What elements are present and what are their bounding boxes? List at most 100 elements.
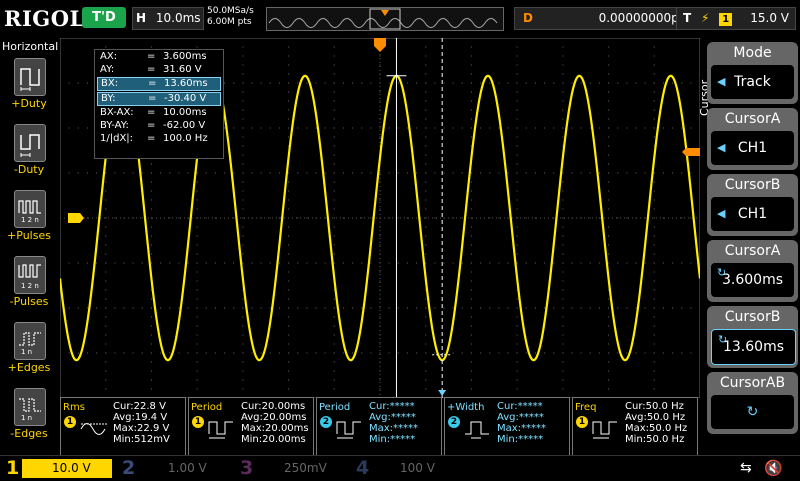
grid-dot [425, 91, 427, 93]
grid-dot [425, 154, 427, 156]
grid-dot [233, 262, 235, 264]
grid-dot [562, 46, 564, 48]
grid-dot [534, 127, 536, 129]
measurement-title: Period [319, 402, 351, 413]
grid-dot [251, 172, 253, 174]
grid-dot [425, 388, 427, 390]
menu-item-positive-pulses[interactable]: 1 2 n +Pulses [0, 190, 60, 256]
grid-dot [489, 262, 491, 264]
menu-item-negative-edges[interactable]: 1 n -Edges [0, 388, 60, 454]
menu-item-positive-edges[interactable]: 1 n +Edges [0, 322, 60, 388]
grid-dot [352, 82, 354, 84]
grid-dot [470, 91, 472, 93]
grid-dot [86, 82, 88, 84]
grid-dot [224, 172, 226, 174]
grid-dot [150, 46, 152, 48]
menu-item-negative-duty[interactable]: -Duty [0, 124, 60, 190]
grid-dot [434, 217, 436, 219]
cursor-menu: Cursor Mode ◀ Track CursorA ◀ CH1 CursorB … [698, 38, 800, 454]
grid-dot [470, 298, 472, 300]
menu-item-negative-pulses[interactable]: 1 2 n -Pulses [0, 256, 60, 322]
grid-dot [242, 64, 244, 66]
memory-position-bar[interactable] [266, 7, 504, 31]
cursor-a-source-button[interactable]: CursorA ◀ CH1 [707, 108, 798, 170]
grid-dot [233, 82, 235, 84]
measurement-period-ch2[interactable]: Period 2 Cur:***** Avg:***** Max:***** Min:… [316, 397, 442, 457]
trigger-settings-display[interactable]: T ⚡ 1 15.0 V [676, 7, 796, 30]
grid-dot [251, 262, 253, 264]
grid-dot [260, 82, 262, 84]
grid-dot [425, 307, 427, 309]
grid-dot [105, 352, 107, 354]
grid-dot [516, 253, 518, 255]
grid-dot [653, 82, 655, 84]
channel-1-indicator[interactable]: 1 10.0 V [0, 456, 112, 481]
cursor-mode-button[interactable]: Mode ◀ Track [707, 42, 798, 104]
grid-dot [562, 343, 564, 345]
grid-dot [86, 262, 88, 264]
grid-dot [644, 352, 646, 354]
grid-dot [562, 109, 564, 111]
grid-dot [562, 271, 564, 273]
grid-dot [105, 271, 107, 273]
grid-dot [406, 82, 408, 84]
channel-2-indicator[interactable]: 2 1.00 V [116, 456, 228, 481]
grid-dot [150, 208, 152, 210]
grid-dot [489, 127, 491, 129]
grid-dot [470, 325, 472, 327]
grid-dot [544, 172, 546, 174]
measurement-frequency[interactable]: Freq 1 Cur:50.0 Hz Avg:50.0 Hz Max:50.0 Hz… [572, 397, 698, 457]
measurement-positive-width-ch2[interactable]: +Width 2 Cur:***** Avg:***** Max:***** Min:… [444, 397, 570, 457]
grid-dot [425, 64, 427, 66]
grid-dot [608, 127, 610, 129]
grid-dot [562, 127, 564, 129]
channel-scale: 250mV [284, 461, 327, 475]
grid-dot [214, 172, 216, 174]
grid-dot [571, 172, 573, 174]
grid-dot [608, 154, 610, 156]
cursor-b-position-button[interactable]: CursorB ↻ 13.60ms [707, 306, 798, 368]
grid-dot [516, 109, 518, 111]
measurement-rms[interactable]: Rms 1 Cur:22.8 V Avg:19.4 V Max:22.9 V Min:… [60, 397, 186, 457]
grid-dot [434, 172, 436, 174]
grid-dot [681, 127, 683, 129]
grid-dot [470, 352, 472, 354]
trigger-status-badge: T'D [82, 7, 126, 28]
grid-dot [242, 127, 244, 129]
speaker-muted-icon: 🔇 [764, 459, 783, 477]
grid-dot [150, 217, 152, 219]
cursor-a-position-button[interactable]: CursorA ↻ 3.600ms [707, 240, 798, 302]
channel-4-indicator[interactable]: 4 100 V [350, 456, 462, 481]
trigger-delay-display[interactable]: D 0.00000000ps [514, 7, 696, 30]
grid-dot [608, 325, 610, 327]
svg-text:1 2 n: 1 2 n [21, 282, 39, 290]
grid-dot [333, 91, 335, 93]
grid-dot [333, 163, 335, 165]
channel-3-indicator[interactable]: 3 250mV [234, 456, 346, 481]
timebase-display[interactable]: H 10.0ms [132, 7, 204, 30]
channel-number: 1 [6, 457, 20, 479]
menu-item-positive-duty[interactable]: +Duty [0, 58, 60, 124]
grid-dot [470, 280, 472, 282]
grid-dot [516, 64, 518, 66]
measurement-period-ch1[interactable]: Period 1 Cur:20.00ms Avg:20.00ms Max:20.00… [188, 397, 314, 457]
grid-dot [443, 127, 445, 129]
grid-dot [150, 226, 152, 228]
grid-dot [251, 127, 253, 129]
grid-dot [562, 361, 564, 363]
grid-dot [324, 127, 326, 129]
grid-dot [242, 136, 244, 138]
cursor-b-source-button[interactable]: CursorB ◀ CH1 [707, 174, 798, 236]
grid-dot [516, 388, 518, 390]
grid-dot [425, 208, 427, 210]
grid-dot [224, 352, 226, 354]
grid-dot [105, 208, 107, 210]
grid-dot [333, 334, 335, 336]
positive-duty-icon [14, 58, 46, 96]
channel-status-bar: 1 10.0 V 2 1.00 V 3 250mV 4 100 V ⇆ 🔇 [0, 455, 800, 481]
grid-dot [434, 307, 436, 309]
grid-dot [242, 244, 244, 246]
cursor-ab-button[interactable]: CursorAB ↻ [707, 372, 798, 434]
grid-dot [59, 82, 61, 84]
grid-dot [77, 127, 79, 129]
